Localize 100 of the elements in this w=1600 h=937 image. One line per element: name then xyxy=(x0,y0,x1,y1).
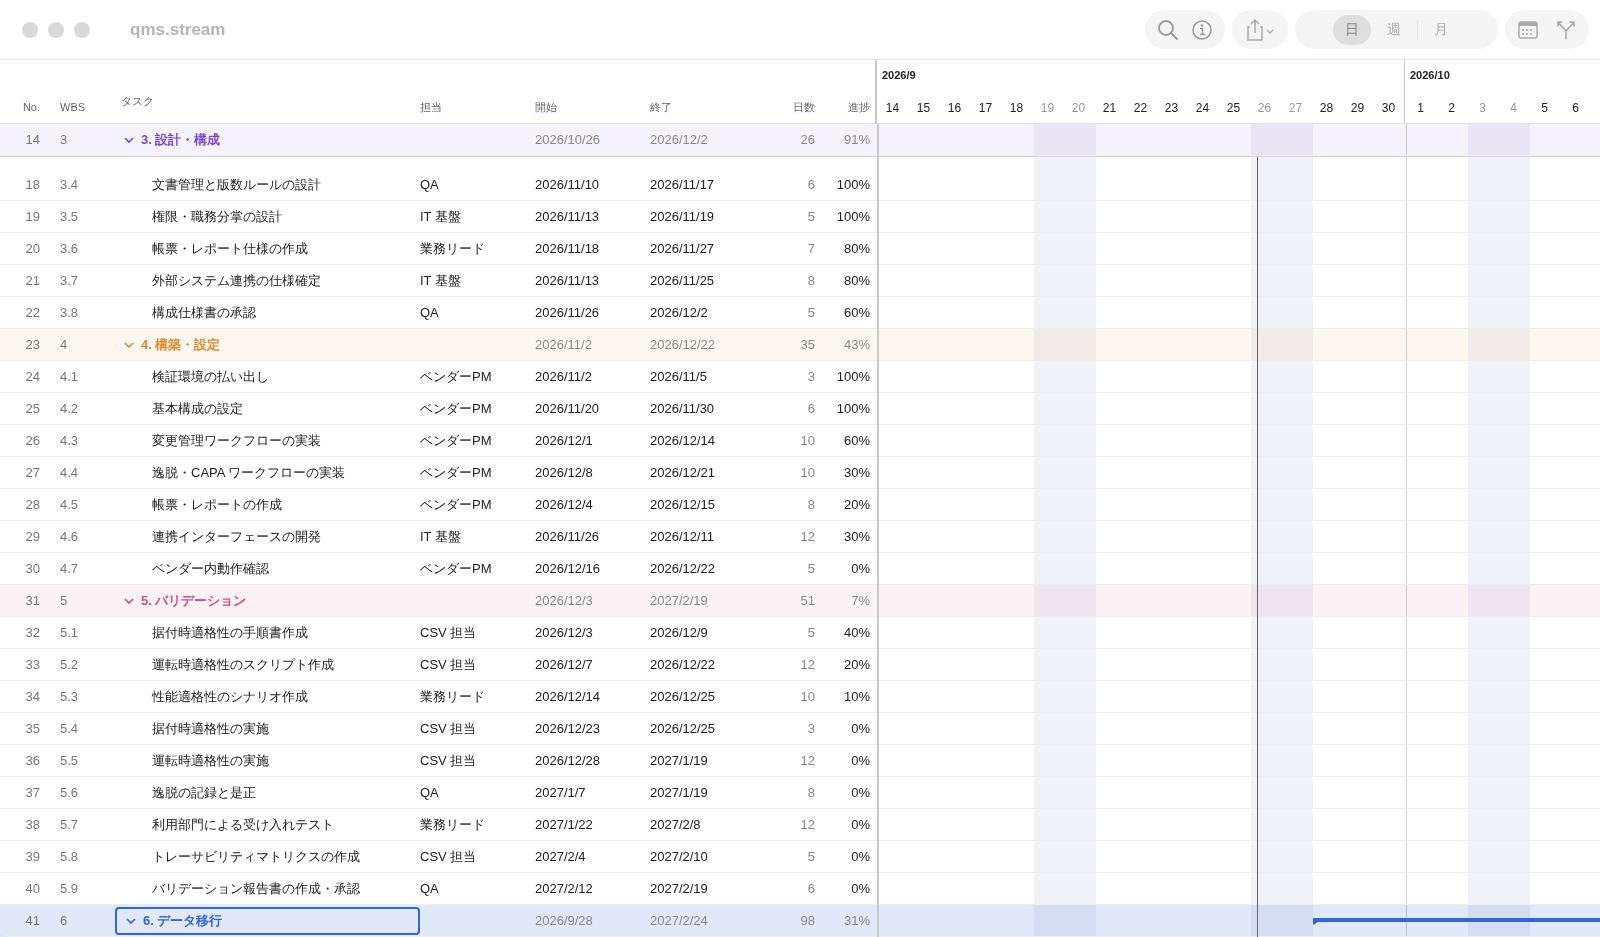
end-date: 2027/2/10 xyxy=(650,848,708,864)
wbs-code: 3.7 xyxy=(60,272,79,288)
wbs-code: 4.6 xyxy=(60,528,79,544)
wbs-code: 4.2 xyxy=(60,400,79,416)
progress-percent: 31% xyxy=(843,912,870,928)
progress-percent: 0% xyxy=(851,560,870,576)
start-date: 2026/11/18 xyxy=(535,240,600,256)
task-name: 帳票・レポートの作成 xyxy=(151,495,282,514)
task-name: バリデーション報告書の作成・承認 xyxy=(151,879,360,898)
progress-percent: 100% xyxy=(836,368,870,384)
window-control[interactable] xyxy=(22,21,38,38)
start-date: 2026/12/8 xyxy=(535,464,593,480)
row-number: 22 xyxy=(25,304,40,320)
calendar-icon[interactable] xyxy=(1517,19,1539,40)
progress-percent: 0% xyxy=(851,848,870,864)
task-name: 逸脱の記録と是正 xyxy=(151,783,256,802)
wbs-code: 5.5 xyxy=(60,752,79,768)
progress-percent: 80% xyxy=(843,272,870,288)
duration: 6 xyxy=(807,400,815,416)
end-date: 2027/2/24 xyxy=(650,912,708,928)
progress-percent: 30% xyxy=(843,464,870,480)
end-date: 2026/12/25 xyxy=(650,720,716,736)
column-header[interactable]: 日数 xyxy=(793,100,815,113)
start-date: 2026/12/14 xyxy=(535,688,601,704)
wbs-code: 3 xyxy=(60,131,68,147)
assignee: CSV 担当 xyxy=(420,848,477,864)
selected-row[interactable]: 41 6 6. データ移行 2026/9/28 2027/2/24 98 31% xyxy=(0,905,1600,937)
group-title: 5. バリデーション xyxy=(141,591,247,610)
branch-icon[interactable] xyxy=(1555,18,1577,41)
wbs-code: 5.3 xyxy=(60,688,79,704)
column-header[interactable]: 終了 xyxy=(650,100,672,113)
row-number: 21 xyxy=(25,272,40,288)
row-number: 24 xyxy=(25,368,40,384)
duration: 12 xyxy=(800,752,815,768)
row-number: 31 xyxy=(25,592,40,608)
row-number: 19 xyxy=(25,208,40,224)
row-number: 29 xyxy=(25,528,40,544)
wbs-code: 4 xyxy=(60,336,68,352)
row-number: 20 xyxy=(25,240,40,256)
progress-percent: 60% xyxy=(843,304,870,320)
column-header[interactable]: 担当 xyxy=(420,100,442,113)
day-label: 16 xyxy=(947,101,962,115)
window-control[interactable] xyxy=(48,21,64,38)
column-header[interactable]: No. xyxy=(22,100,40,113)
start-date: 2026/11/13 xyxy=(535,272,600,288)
group-task-cell[interactable]: 5. バリデーション xyxy=(115,586,420,615)
task-name: 帳票・レポート仕様の作成 xyxy=(151,239,308,258)
start-date: 2026/11/13 xyxy=(535,208,600,224)
progress-percent: 80% xyxy=(843,240,870,256)
day-label: 15 xyxy=(916,101,931,115)
start-date: 2027/2/4 xyxy=(535,848,586,864)
day-label: 14 xyxy=(885,101,900,115)
group-task-cell[interactable]: 3. 設計・構成 xyxy=(115,125,420,154)
wbs-code: 5 xyxy=(60,592,68,608)
duration: 3 xyxy=(807,720,815,736)
duration: 7 xyxy=(807,240,815,256)
row-number: 34 xyxy=(25,688,40,704)
window-control[interactable] xyxy=(74,21,90,38)
duration: 5 xyxy=(807,560,815,576)
start-date: 2026/9/28 xyxy=(535,912,593,928)
day-label: 3 xyxy=(1479,101,1486,115)
progress-percent: 91% xyxy=(843,131,870,147)
end-date: 2027/2/19 xyxy=(650,592,708,608)
task-name: 据付時適格性の実施 xyxy=(151,719,269,738)
info-icon[interactable] xyxy=(1191,18,1213,41)
task-name: 権限・職務分掌の設計 xyxy=(151,207,282,226)
start-date: 2027/1/7 xyxy=(535,784,586,800)
row-number: 38 xyxy=(25,816,40,832)
assignee: CSV 担当 xyxy=(420,656,477,672)
column-header[interactable]: 開始 xyxy=(535,100,557,113)
day-label: 25 xyxy=(1226,101,1241,115)
day-label: 26 xyxy=(1257,101,1272,115)
column-header[interactable]: 進捗 xyxy=(848,100,870,113)
wbs-code: 5.6 xyxy=(60,784,79,800)
wbs-code: 5.9 xyxy=(60,880,79,896)
start-date: 2026/12/16 xyxy=(535,560,601,576)
assignee: ベンダーPM xyxy=(420,400,492,416)
column-header[interactable]: タスク xyxy=(121,92,154,110)
end-date: 2026/12/14 xyxy=(650,432,716,448)
assignee: CSV 担当 xyxy=(420,752,477,768)
start-date: 2026/11/26 xyxy=(535,304,600,320)
day-label: 30 xyxy=(1381,101,1396,115)
row-number: 37 xyxy=(25,784,40,800)
end-date: 2027/2/8 xyxy=(650,816,701,832)
assignee: IT 基盤 xyxy=(420,528,461,544)
end-date: 2026/12/21 xyxy=(650,464,716,480)
end-date: 2026/12/2 xyxy=(650,304,708,320)
wbs-code: 5.7 xyxy=(60,816,79,832)
day-label: 4 xyxy=(1510,101,1517,115)
row-number: 25 xyxy=(25,400,40,416)
progress-percent: 0% xyxy=(851,720,870,736)
column-header[interactable]: WBS xyxy=(60,100,86,113)
assignee: QA xyxy=(420,176,439,192)
share-icon[interactable] xyxy=(1244,17,1276,42)
group-task-cell[interactable]: 6. データ移行 xyxy=(115,906,420,935)
search-icon[interactable] xyxy=(1157,18,1179,41)
assignee: ベンダーPM xyxy=(420,464,492,480)
duration: 98 xyxy=(800,912,815,928)
row-number: 40 xyxy=(25,880,40,896)
wbs-code: 4.7 xyxy=(60,560,79,576)
